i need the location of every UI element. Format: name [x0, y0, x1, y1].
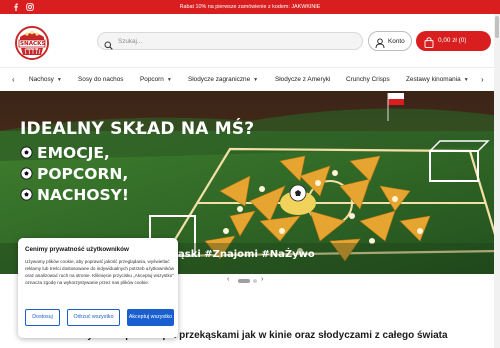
chevron-down-icon: ▼ — [166, 77, 172, 83]
slider-dot[interactable] — [253, 279, 257, 283]
hero-line-3: NACHOSY! — [20, 186, 129, 204]
soccer-ball-icon — [20, 167, 33, 180]
cart-button[interactable]: 0,00 zł (0) — [416, 31, 491, 51]
nav-item-crunchy-crisps[interactable]: Crunchy Crisps — [346, 76, 390, 83]
reject-all-button[interactable]: Odrzuć wszystko — [67, 309, 120, 326]
nav-item-slodycze-ameryka[interactable]: Słodycze z Ameryki — [275, 76, 330, 83]
accept-all-button[interactable]: Akceptuj wszystko — [127, 309, 174, 326]
cookie-title: Cenimy prywatność użytkowników — [25, 246, 129, 253]
slider-next-icon[interactable]: › — [261, 276, 263, 283]
nav-item-popcorn[interactable]: Popcorn ▼ — [140, 76, 172, 83]
hero-headline: IDEALNY SKŁAD NA MŚ? — [20, 119, 255, 139]
nav-item-nachosy[interactable]: Nachosy ▼ — [29, 76, 62, 83]
slider-prev-icon[interactable]: ‹ — [227, 276, 229, 283]
search-bar[interactable]: Szukaj... — [97, 32, 363, 50]
account-label: Konto — [388, 38, 405, 45]
cookie-consent-dialog: Cenimy prywatność użytkowników Używamy p… — [18, 238, 178, 338]
nav-next-icon[interactable]: › — [481, 75, 484, 84]
site-header: SNACKS CRUNCHY Szukaj... Konto 0,00 zł (… — [0, 14, 500, 67]
slider-dot-active[interactable] — [238, 279, 250, 283]
soccer-ball-icon — [20, 188, 33, 201]
hero-line-1: EMOCJE, — [20, 144, 110, 162]
shopping-bag-icon — [424, 35, 434, 53]
promo-text: Rabat 10% na pierwsze zamówienie z kodem… — [179, 4, 321, 10]
chevron-down-icon: ▼ — [253, 77, 259, 83]
customize-button[interactable]: Dostosuj — [25, 309, 60, 326]
scrollbar-thumb[interactable] — [495, 16, 499, 38]
soccer-ball-icon — [20, 146, 33, 159]
page-scrollbar[interactable] — [494, 14, 500, 348]
cart-total: 0,00 zł (0) — [438, 37, 467, 44]
category-nav: ‹ Nachosy ▼ Sosy do nachos Popcorn ▼ Słody… — [0, 67, 500, 91]
logo-wordmark: SNACKS — [20, 41, 46, 47]
logo-subline: CRUNCHY — [25, 47, 39, 51]
nav-prev-icon[interactable]: ‹ — [12, 75, 15, 84]
nav-item-slodycze-zagraniczne[interactable]: Słodycze zagraniczne ▼ — [188, 76, 258, 83]
chevron-down-icon: ▼ — [56, 77, 62, 83]
hero-hashtags: ąski #Znajomi #NaŻywo — [178, 249, 315, 260]
cookie-text: Używamy plików cookie, aby poprawić jako… — [25, 259, 175, 285]
user-icon — [375, 36, 385, 54]
nav-item-zestawy[interactable]: Zestawy kinomania ▼ — [406, 76, 469, 83]
search-input[interactable]: Szukaj... — [118, 38, 142, 45]
account-button[interactable]: Konto — [368, 31, 412, 51]
promo-bar: Rabat 10% na pierwsze zamówienie z kodem… — [0, 0, 500, 14]
nav-item-sosy[interactable]: Sosy do nachos — [78, 76, 123, 83]
hero-line-2: POPCORN, — [20, 165, 128, 183]
store-logo[interactable]: SNACKS CRUNCHY — [15, 26, 49, 60]
search-icon — [104, 37, 113, 55]
chevron-down-icon: ▼ — [463, 77, 469, 83]
